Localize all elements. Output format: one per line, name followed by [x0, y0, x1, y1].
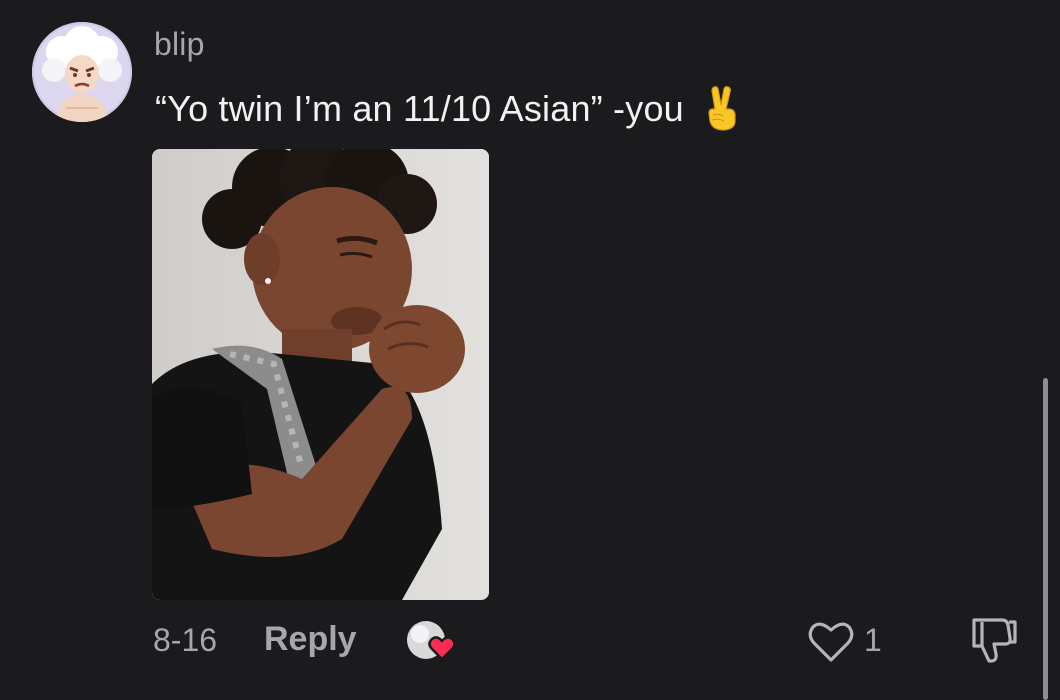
comment-screen: blip “Yo twin I’m an 11/10 Asian” -you 8…: [0, 0, 1060, 700]
creator-liked-heart-icon: [404, 618, 462, 664]
reply-button[interactable]: Reply: [264, 620, 357, 659]
victory-hand-emoji: [704, 85, 740, 140]
scrollbar[interactable]: [1043, 378, 1048, 700]
comment-date: 8-16: [153, 622, 218, 658]
avatar[interactable]: [32, 22, 132, 122]
comment-gif[interactable]: [152, 149, 489, 600]
like-count: 1: [864, 622, 882, 658]
comment-text: “Yo twin I’m an 11/10 Asian” -you: [155, 88, 684, 129]
comment-username[interactable]: blip: [154, 26, 205, 63]
thumbs-down-icon[interactable]: [966, 614, 1020, 666]
avatar-illustration: [32, 22, 132, 122]
comment-body: “Yo twin I’m an 11/10 Asian” -you: [155, 85, 740, 140]
heart-outline-icon[interactable]: [806, 618, 856, 664]
gif-image: [152, 149, 489, 600]
